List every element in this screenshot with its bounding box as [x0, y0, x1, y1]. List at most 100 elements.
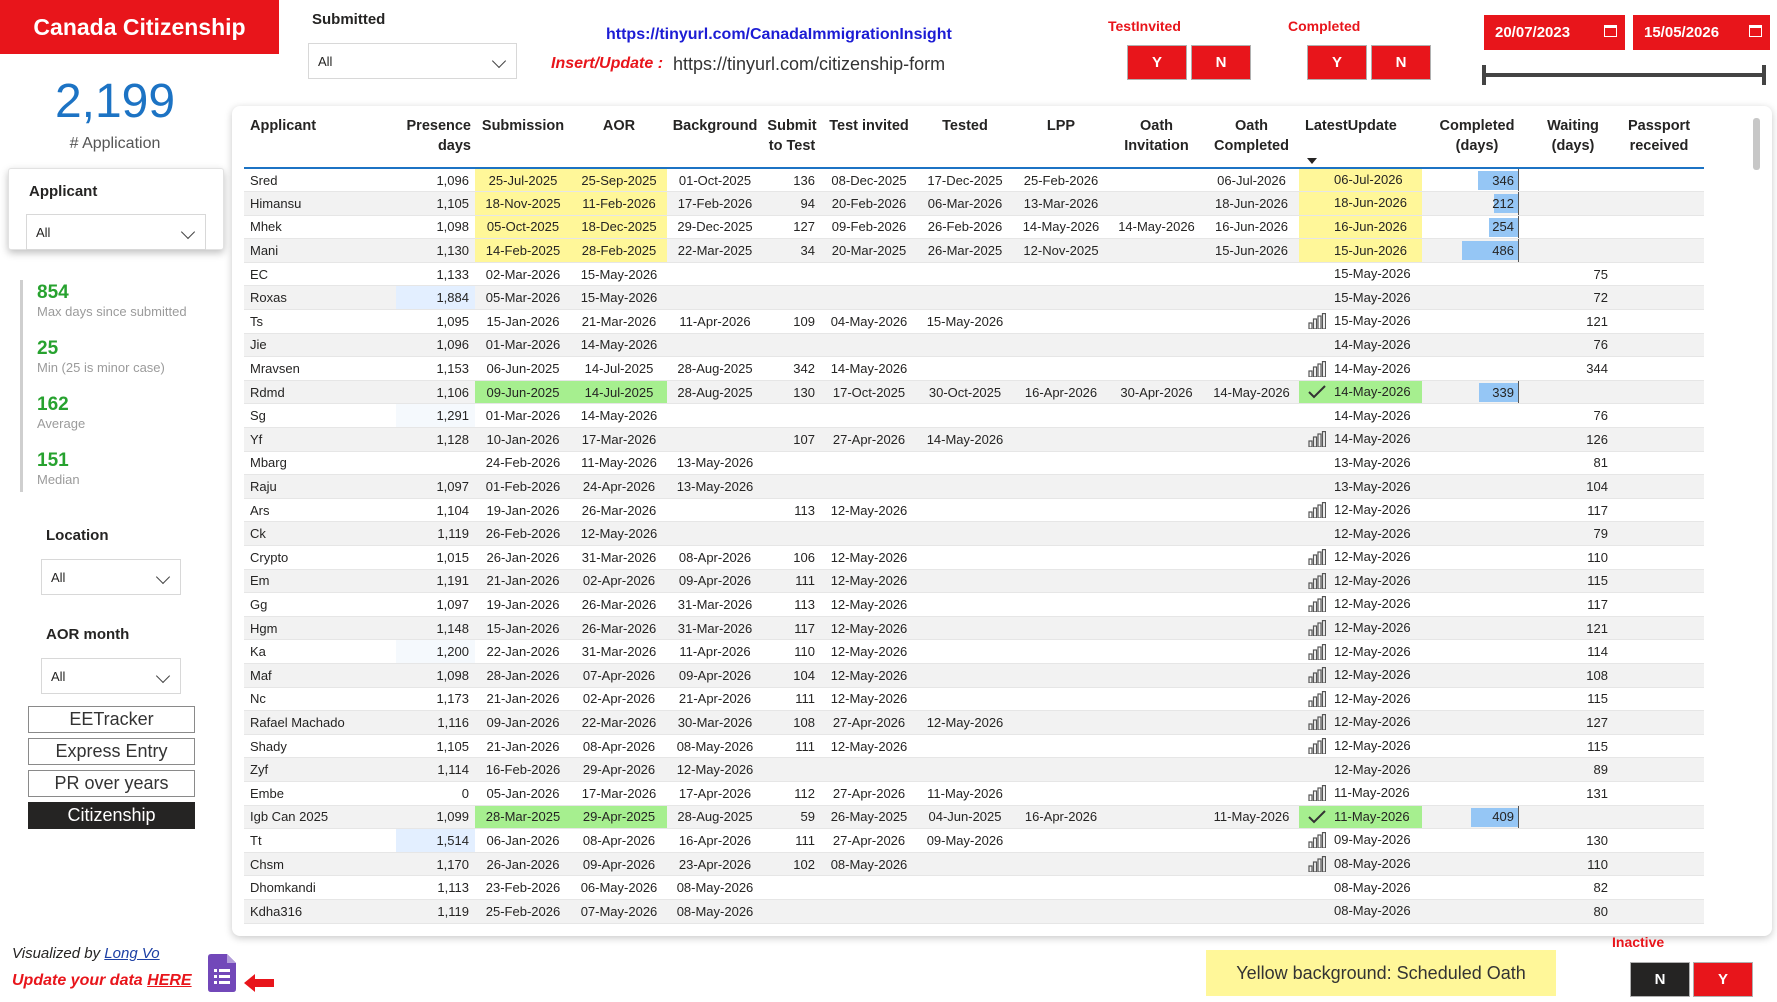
col-applicant[interactable]: Applicant: [244, 114, 396, 169]
submitted-dropdown[interactable]: All: [308, 43, 517, 79]
table-scrollbar[interactable]: [1753, 118, 1760, 170]
insert-update-url[interactable]: https://tinyurl.com/citizenship-form: [673, 54, 945, 75]
table-row[interactable]: Igb Can 2025 1,099 28-Mar-2025 29-Apr-2025 2…: [244, 805, 1704, 830]
nav-pr-over-years-button[interactable]: PR over years: [28, 770, 195, 797]
table-row[interactable]: Yf 1,128 10-Jan-2026 17-Mar-2026 107 27-Apr-2…: [244, 427, 1704, 452]
col-lpp[interactable]: LPP: [1013, 114, 1109, 169]
table-row[interactable]: Mani 1,130 14-Feb-2025 28-Feb-2025 22-Mar-20…: [244, 238, 1704, 263]
cell-aor: 07-Apr-2026: [571, 663, 667, 688]
col-latest-update[interactable]: LatestUpdate: [1299, 114, 1422, 169]
author-link[interactable]: Long Vo: [104, 945, 159, 962]
update-data-link[interactable]: Update your data HERE: [12, 972, 192, 990]
bar-chart-icon: [1308, 502, 1327, 519]
table-row[interactable]: Crypto 1,015 26-Jan-2026 31-Mar-2026 08-Apr-…: [244, 545, 1704, 570]
table-row[interactable]: Roxas 1,884 05-Mar-2026 15-May-2026 15-May-2…: [244, 285, 1704, 311]
completed-no-button[interactable]: N: [1371, 45, 1431, 80]
cell-lpp: [1013, 852, 1109, 877]
table-row[interactable]: Embe 0 05-Jan-2026 17-Mar-2026 17-Apr-2026 11…: [244, 781, 1704, 806]
google-forms-icon[interactable]: [208, 954, 236, 997]
applicant-dropdown[interactable]: All: [26, 214, 206, 250]
end-date-input[interactable]: 15/05/2026: [1633, 15, 1770, 50]
table-row[interactable]: Ck 1,119 26-Feb-2026 12-May-2026 12-May-2026…: [244, 521, 1704, 546]
applicant-slicer: Applicant All: [8, 168, 224, 250]
cell-aor: 29-Apr-2026: [571, 757, 667, 782]
table-row[interactable]: Gg 1,097 19-Jan-2026 26-Mar-2026 31-Mar-2026…: [244, 592, 1704, 617]
latest-update-value: 12-May-2026: [1334, 690, 1411, 706]
cell-test-invited: [821, 285, 917, 311]
table-row[interactable]: Nc 1,173 21-Jan-2026 02-Apr-2026 21-Apr-2026…: [244, 687, 1704, 712]
table-row[interactable]: Mravsen 1,153 06-Jun-2025 14-Jul-2025 28-Aug…: [244, 356, 1704, 381]
col-submit-to-test[interactable]: Submit to Test: [763, 114, 821, 169]
table-row[interactable]: Chsm 1,170 26-Jan-2026 09-Apr-2026 23-Apr-20…: [244, 852, 1704, 877]
table-row[interactable]: Rdmd 1,106 09-Jun-2025 14-Jul-2025 28-Aug-20…: [244, 380, 1704, 405]
test-invited-no-button[interactable]: N: [1191, 45, 1251, 80]
inactive-no-button[interactable]: N: [1630, 962, 1690, 997]
cell-applicant: Rdmd: [244, 380, 396, 405]
nav-eetracker-button[interactable]: EETracker: [28, 706, 195, 733]
table-row[interactable]: Himansu 1,105 18-Nov-2025 11-Feb-2026 17-Feb…: [244, 191, 1704, 216]
date-range-slider[interactable]: [1484, 73, 1765, 77]
table-row[interactable]: EC 1,133 02-Mar-2026 15-May-2026 15-May-2026…: [244, 262, 1704, 287]
table-row[interactable]: Mhek 1,098 05-Oct-2025 18-Dec-2025 29-Dec-20…: [244, 215, 1704, 240]
table-row[interactable]: Ka 1,200 22-Jan-2026 31-Mar-2026 11-Apr-2026…: [244, 639, 1704, 664]
inactive-yes-button[interactable]: Y: [1693, 962, 1753, 997]
cell-submission: 21-Jan-2026: [475, 569, 571, 594]
col-background[interactable]: Background: [667, 114, 763, 169]
cell-latest-update: 12-May-2026: [1299, 734, 1422, 759]
table-row[interactable]: Zyf 1,114 16-Feb-2026 29-Apr-2026 12-May-202…: [244, 757, 1704, 782]
col-passport-received[interactable]: Passport received: [1614, 114, 1704, 169]
table-row[interactable]: Kdha316 1,119 25-Feb-2026 07-May-2026 08-May…: [244, 899, 1704, 924]
col-waiting-days[interactable]: Waiting (days): [1532, 114, 1614, 169]
update-data-here[interactable]: HERE: [147, 972, 191, 989]
cell-latest-update: 12-May-2026: [1299, 687, 1422, 712]
table-row[interactable]: Ts 1,095 15-Jan-2026 21-Mar-2026 11-Apr-2026…: [244, 309, 1704, 334]
table-row[interactable]: Hgm 1,148 15-Jan-2026 26-Mar-2026 31-Mar-202…: [244, 616, 1704, 641]
table-row[interactable]: Sg 1,291 01-Mar-2026 14-May-2026 14-May-2026…: [244, 403, 1704, 429]
col-oath-invitation[interactable]: Oath Invitation: [1109, 114, 1204, 169]
table-row[interactable]: Dhomkandi 1,113 23-Feb-2026 06-May-2026 08-M…: [244, 875, 1704, 900]
table-row[interactable]: Raju 1,097 01-Feb-2026 24-Apr-2026 13-May-20…: [244, 474, 1704, 499]
col-presence-days[interactable]: Presence days: [396, 114, 475, 169]
date-slider-end-handle[interactable]: [1762, 65, 1766, 85]
cell-completed-days: [1422, 639, 1532, 664]
table-row[interactable]: Ars 1,104 19-Jan-2026 26-Mar-2026 113 12-May-…: [244, 498, 1704, 523]
col-oath-completed[interactable]: Oath Completed: [1204, 114, 1299, 169]
table-row[interactable]: Sred 1,096 25-Jul-2025 25-Sep-2025 01-Oct-20…: [244, 168, 1704, 193]
table-row[interactable]: Jie 1,096 01-Mar-2026 14-May-2026 14-May-202…: [244, 333, 1704, 358]
col-tested[interactable]: Tested: [917, 114, 1013, 169]
nav-citizenship-button[interactable]: Citizenship: [28, 802, 195, 829]
aor-month-dropdown[interactable]: All: [41, 658, 181, 694]
test-invited-yes-button[interactable]: Y: [1127, 45, 1187, 80]
table-row[interactable]: Shady 1,105 21-Jan-2026 08-Apr-2026 08-May-2…: [244, 734, 1704, 759]
table-row[interactable]: Em 1,191 21-Jan-2026 02-Apr-2026 09-Apr-2026…: [244, 569, 1704, 594]
date-slider-start-handle[interactable]: [1482, 65, 1486, 85]
cell-latest-update: 12-May-2026: [1299, 710, 1422, 735]
cell-latest-update: 12-May-2026: [1299, 663, 1422, 688]
cell-applicant: Igb Can 2025: [244, 805, 396, 830]
nav-express-entry-button[interactable]: Express Entry: [28, 738, 195, 765]
table-row[interactable]: Maf 1,098 28-Jan-2026 07-Apr-2026 09-Apr-202…: [244, 663, 1704, 688]
col-test-invited[interactable]: Test invited: [821, 114, 917, 169]
location-dropdown[interactable]: All: [41, 559, 181, 595]
col-completed-days[interactable]: Completed (days): [1422, 114, 1532, 169]
col-aor[interactable]: AOR: [571, 114, 667, 169]
calendar-icon[interactable]: [1749, 25, 1762, 37]
col-submission[interactable]: Submission: [475, 114, 571, 169]
cell-aor: 08-Apr-2026: [571, 734, 667, 759]
table-row[interactable]: Rafael Machado 1,116 09-Jan-2026 22-Mar-202…: [244, 710, 1704, 735]
main-url-link[interactable]: https://tinyurl.com/CanadaImmigrationIns…: [606, 26, 952, 44]
start-date-input[interactable]: 20/07/2023: [1484, 15, 1625, 50]
cell-applicant: Nc: [244, 687, 396, 712]
cell-aor: 17-Mar-2026: [571, 781, 667, 806]
cell-presence-days: 1,096: [396, 333, 475, 358]
calendar-icon[interactable]: [1604, 25, 1617, 37]
cell-lpp: [1013, 592, 1109, 617]
cell-aor: 26-Mar-2026: [571, 616, 667, 641]
table-row[interactable]: Tt 1,514 06-Jan-2026 08-Apr-2026 16-Apr-2026…: [244, 828, 1704, 853]
cell-applicant: Crypto: [244, 545, 396, 570]
icon-placeholder: [1308, 290, 1326, 306]
cell-completed-days: [1422, 521, 1532, 546]
cell-presence-days: 1,096: [396, 168, 475, 193]
completed-yes-button[interactable]: Y: [1307, 45, 1367, 80]
table-row[interactable]: Mbarg 24-Feb-2026 11-May-2026 13-May-2026 13…: [244, 451, 1704, 476]
